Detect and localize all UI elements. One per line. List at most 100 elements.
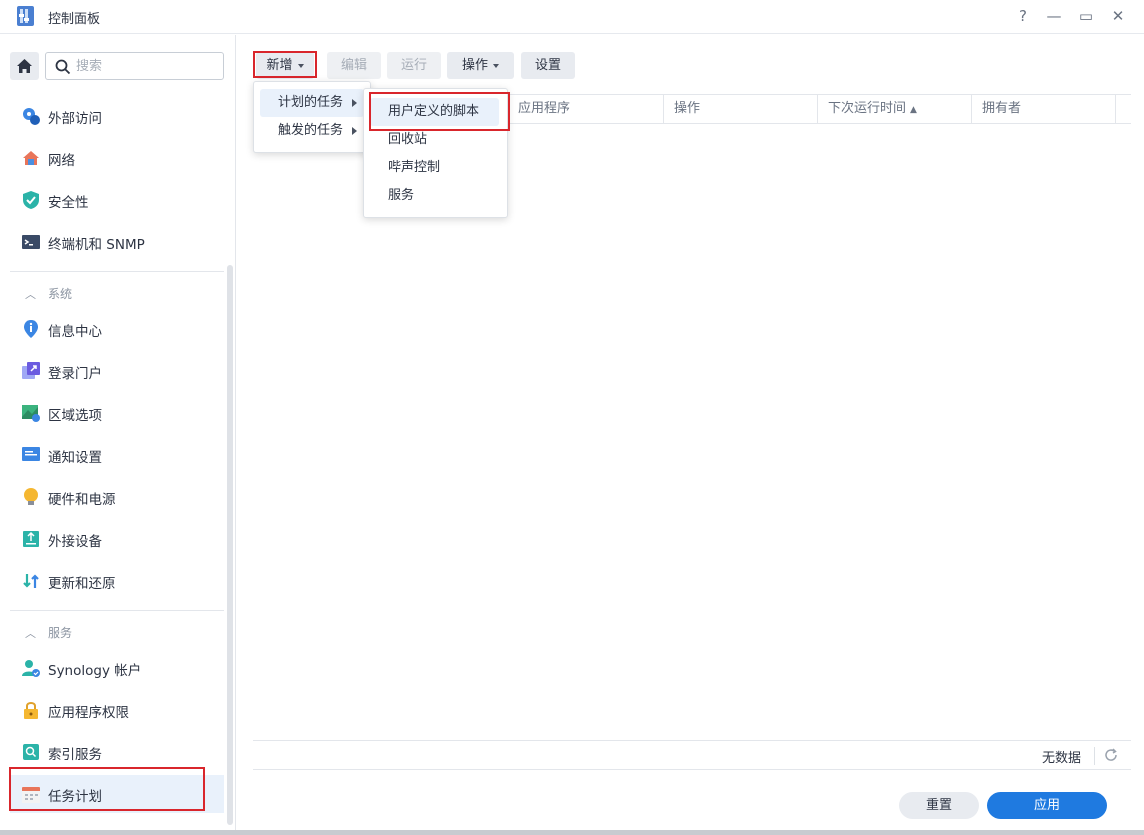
caret-down-icon: [297, 63, 304, 68]
sidebar-item-external-devices[interactable]: 外接设备: [10, 520, 224, 558]
column-owner[interactable]: 拥有者: [971, 95, 1115, 123]
edit-button[interactable]: 编辑: [327, 52, 381, 79]
reset-button[interactable]: 重置: [899, 792, 979, 819]
sidebar-item-terminal-snmp[interactable]: 终端机和 SNMP: [10, 223, 224, 261]
refresh-icon[interactable]: [1103, 747, 1119, 763]
notification-icon: [22, 447, 40, 461]
task-scheduler-icon: [22, 787, 40, 803]
update-restore-icon: [23, 574, 39, 588]
sidebar-item-label: 信息中心: [48, 324, 102, 340]
sidebar-divider: [10, 610, 224, 611]
sidebar-item-network[interactable]: 网络: [10, 139, 224, 177]
minimize-button[interactable]: —: [1044, 6, 1064, 26]
terminal-icon: [22, 235, 40, 249]
home-icon: [17, 59, 32, 73]
sidebar-item-app-privileges[interactable]: 应用程序权限: [10, 691, 224, 729]
scheduled-task-submenu: 用户定义的脚本 回收站 哔声控制 服务: [363, 88, 508, 218]
sidebar-item-label: 任务计划: [48, 789, 102, 805]
apply-button[interactable]: 应用: [987, 792, 1107, 819]
submenu-arrow-icon: [352, 127, 357, 135]
caret-down-icon: [493, 63, 499, 68]
create-button-label: 新增: [266, 58, 293, 73]
maximize-button[interactable]: ▭: [1076, 6, 1096, 26]
chevron-up-icon: ︿: [25, 627, 36, 640]
external-devices-icon: [23, 531, 39, 547]
menu-item-service[interactable]: 服务: [370, 182, 499, 210]
sidebar-item-label: Synology 帐户: [48, 663, 142, 679]
sidebar-item-label: 登录门户: [48, 366, 102, 382]
chevron-up-icon: ︿: [25, 288, 36, 301]
create-button[interactable]: 新增: [256, 52, 314, 79]
column-label: 下次运行时间: [828, 101, 907, 116]
column-application[interactable]: 应用程序: [507, 95, 663, 123]
sidebar-scrollbar[interactable]: [227, 265, 233, 825]
sidebar-item-security[interactable]: 安全性: [10, 181, 224, 219]
sidebar-item-indexing-service[interactable]: 索引服务: [10, 733, 224, 771]
external-access-icon: [23, 108, 40, 125]
column-next-run-time[interactable]: 下次运行时间 ▲: [817, 95, 971, 123]
submenu-arrow-icon: [352, 99, 357, 107]
column-action[interactable]: 操作: [663, 95, 817, 123]
sidebar-item-label: 硬件和电源: [48, 492, 116, 508]
menu-item-recycle-bin[interactable]: 回收站: [370, 126, 499, 154]
sidebar-item-label: 区域选项: [48, 408, 102, 424]
create-dropdown-menu: 计划的任务 触发的任务: [253, 81, 371, 153]
sidebar-item-login-portal[interactable]: 登录门户: [10, 352, 224, 390]
menu-item-scheduled-task[interactable]: 计划的任务: [260, 89, 364, 117]
sidebar-item-task-scheduler[interactable]: 任务计划: [10, 775, 224, 813]
home-button[interactable]: [10, 52, 39, 80]
sidebar-item-notifications[interactable]: 通知设置: [10, 436, 224, 474]
sidebar-item-label: 外部访问: [48, 111, 102, 127]
sidebar-item-update-restore[interactable]: 更新和还原: [10, 562, 224, 600]
search-input[interactable]: [76, 57, 216, 75]
sort-ascending-icon: ▲: [910, 105, 917, 115]
network-icon: [23, 151, 39, 165]
synology-account-icon: [22, 660, 40, 677]
close-button[interactable]: ✕: [1108, 6, 1128, 26]
info-center-icon: [24, 320, 38, 338]
column-spacer: [1115, 95, 1131, 123]
security-shield-icon: [23, 191, 39, 209]
sidebar-item-label: 更新和还原: [48, 576, 116, 592]
control-panel-app-icon: [17, 6, 34, 26]
group-header-label: 系统: [48, 287, 73, 301]
group-header-label: 服务: [48, 626, 73, 640]
run-button[interactable]: 运行: [387, 52, 441, 79]
sidebar-item-label: 通知设置: [48, 450, 102, 466]
login-portal-icon: [22, 362, 40, 379]
sidebar-item-label: 索引服务: [48, 747, 102, 763]
sidebar-item-external-access[interactable]: 外部访问: [10, 97, 224, 135]
column-label: 操作: [674, 101, 701, 116]
regional-options-icon: [22, 405, 40, 422]
menu-item-triggered-task[interactable]: 触发的任务: [260, 117, 364, 145]
search-icon: [55, 59, 71, 75]
sidebar-divider: [10, 271, 224, 272]
sidebar-item-label: 外接设备: [48, 534, 102, 550]
footer-separator: [1094, 747, 1095, 765]
action-button[interactable]: 操作: [447, 52, 514, 79]
empty-state-text: 无数据: [1041, 751, 1081, 766]
sidebar-item-hardware-power[interactable]: 硬件和电源: [10, 478, 224, 516]
menu-item-label: 触发的任务: [278, 123, 344, 138]
group-header-system[interactable]: ︿ 系统: [10, 278, 224, 308]
title-bar: 控制面板 ? — ▭ ✕: [0, 0, 1144, 34]
indexing-service-icon: [23, 744, 39, 760]
column-label: 应用程序: [518, 101, 571, 116]
sidebar-item-synology-account[interactable]: Synology 帐户: [10, 649, 224, 687]
sidebar-item-regional-options[interactable]: 区域选项: [10, 394, 224, 432]
sidebar: 外部访问 网络 安全性 终端机和 SNMP ︿ 系统 信息中心: [0, 35, 236, 830]
search-field[interactable]: [45, 52, 224, 80]
group-header-services[interactable]: ︿ 服务: [10, 617, 224, 647]
menu-item-user-defined-script[interactable]: 用户定义的脚本: [370, 98, 499, 126]
menu-item-beep-control[interactable]: 哔声控制: [370, 154, 499, 182]
menu-item-label: 计划的任务: [278, 95, 344, 110]
settings-button[interactable]: 设置: [521, 52, 575, 79]
sidebar-item-info-center[interactable]: 信息中心: [10, 310, 224, 348]
sidebar-item-label: 网络: [48, 153, 75, 169]
window-title: 控制面板: [48, 12, 101, 27]
sidebar-item-label: 应用程序权限: [48, 705, 129, 721]
column-label: 拥有者: [982, 101, 1022, 116]
help-button[interactable]: ?: [1013, 6, 1033, 26]
grid-pagination-bar: 无数据: [253, 740, 1131, 770]
sidebar-item-label: 安全性: [48, 195, 89, 211]
